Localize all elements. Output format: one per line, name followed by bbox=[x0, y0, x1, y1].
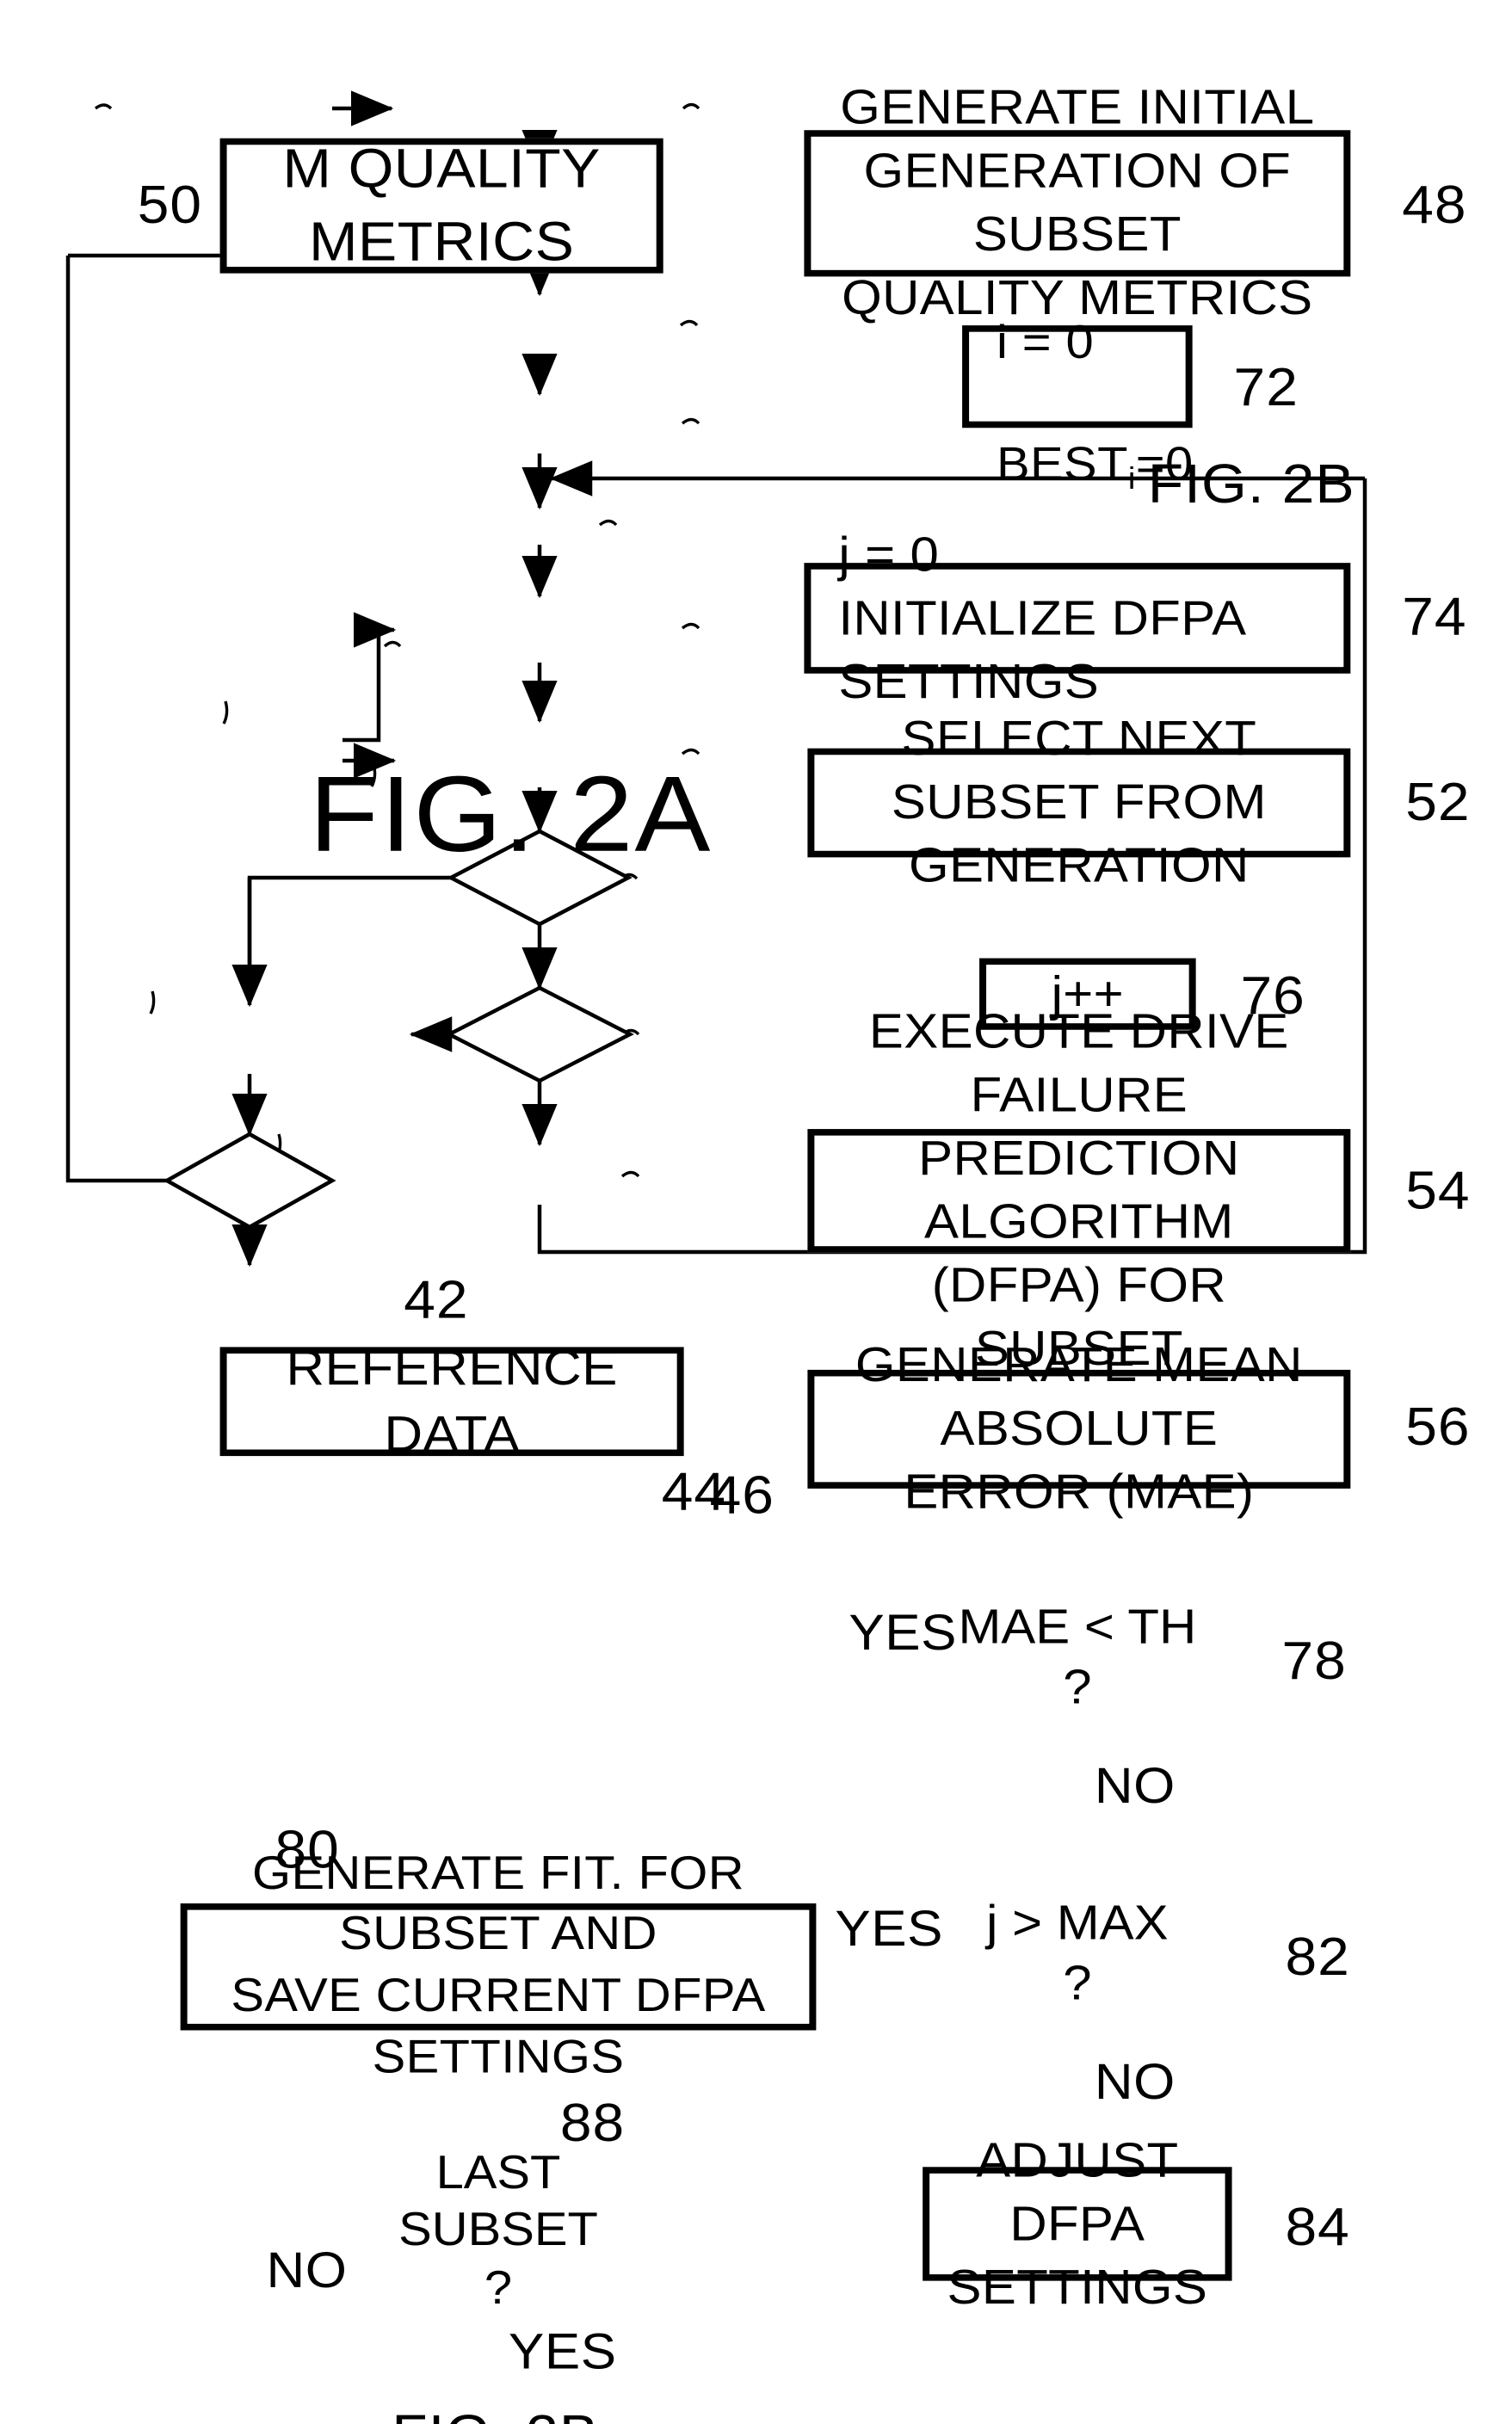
ref-52: 52 bbox=[1405, 771, 1471, 832]
node-label: LAST SUBSET ? bbox=[398, 2147, 598, 2315]
node-adjust-dfpa: ADJUST DFPA SETTINGS bbox=[923, 2134, 1232, 2314]
ref-46: 46 bbox=[709, 1464, 775, 1525]
ref-74: 74 bbox=[1402, 585, 1467, 646]
node-generate-fit: GENERATE FIT. FOR SUBSET AND SAVE CURREN… bbox=[180, 1847, 817, 2083]
node-label: ADJUST DFPA SETTINGS bbox=[947, 2133, 1208, 2315]
node-m-quality-metrics: M QUALITY METRICS bbox=[219, 138, 663, 274]
edge-label-last-subset-no: NO bbox=[266, 2242, 348, 2299]
ref-54: 54 bbox=[1405, 1160, 1471, 1220]
node-init-j: j = 0 INITIALIZE DFPA SETTINGS bbox=[804, 528, 1351, 708]
ref-84: 84 bbox=[1285, 2196, 1350, 2257]
node-label: j = 0 INITIALIZE DFPA SETTINGS bbox=[838, 527, 1244, 709]
ref-48: 48 bbox=[1402, 174, 1467, 235]
node-label: GENERATE MEAN ABSOLUTE ERROR (MAE) bbox=[855, 1338, 1303, 1520]
node-label: j > MAX ? bbox=[986, 1897, 1169, 2011]
node-init-i: i = 0 BESTi=0 bbox=[962, 317, 1193, 497]
node-execute-dfpa: EXECUTE DRIVE FAILURE PREDICTION ALGORIT… bbox=[807, 1005, 1351, 1376]
ref-88: 88 bbox=[559, 2092, 626, 2153]
node-select-next-subset: SELECT NEXT SUBSET FROM GENERATION bbox=[807, 712, 1351, 893]
node-label: M QUALITY METRICS bbox=[282, 139, 601, 273]
ref-78: 78 bbox=[1281, 1630, 1347, 1691]
figure-title: FIG. 2A bbox=[309, 753, 713, 874]
ref-50: 50 bbox=[137, 174, 203, 235]
node-reference-data: REFERENCE DATA bbox=[219, 1339, 684, 1462]
figure-canvas: FIG. 2A M QUALITY METRICS 50 GENERATE IN… bbox=[0, 0, 1512, 2424]
node-label: REFERENCE DATA bbox=[286, 1339, 618, 1462]
node-label: SELECT NEXT SUBSET FROM GENERATION bbox=[891, 712, 1267, 893]
fig2b-top-reference: FIG. 2B bbox=[1147, 453, 1355, 516]
ref-80: 80 bbox=[275, 1818, 340, 1879]
node-label: GENERATE FIT. FOR SUBSET AND SAVE CURREN… bbox=[231, 1847, 766, 2084]
ref-82: 82 bbox=[1285, 1926, 1350, 1987]
edge-label-jmax-no: NO bbox=[1094, 2052, 1176, 2111]
edge-label-mae-no: NO bbox=[1094, 1756, 1176, 1815]
ref-56: 56 bbox=[1405, 1396, 1471, 1457]
node-label: MAE < TH ? bbox=[958, 1601, 1197, 1715]
edge-label-last-subset-yes: YES bbox=[508, 2322, 617, 2380]
edge-label-mae-yes: YES bbox=[849, 1604, 957, 1662]
edge-label-jmax-yes: YES bbox=[835, 1900, 944, 1958]
init-i-line1: i = 0 bbox=[997, 316, 1095, 369]
fig2b-bottom-reference: FIG. 2B bbox=[392, 2404, 599, 2424]
ref-42: 42 bbox=[404, 1268, 469, 1329]
ref-72: 72 bbox=[1233, 356, 1299, 416]
node-label: EXECUTE DRIVE FAILURE PREDICTION ALGORIT… bbox=[868, 1005, 1289, 1377]
node-last-subset-decision: LAST SUBSET ? bbox=[333, 2144, 663, 2320]
node-generate-mae: GENERATE MEAN ABSOLUTE ERROR (MAE) bbox=[807, 1339, 1351, 1520]
node-jmax-decision: j > MAX ? bbox=[897, 1867, 1257, 2043]
